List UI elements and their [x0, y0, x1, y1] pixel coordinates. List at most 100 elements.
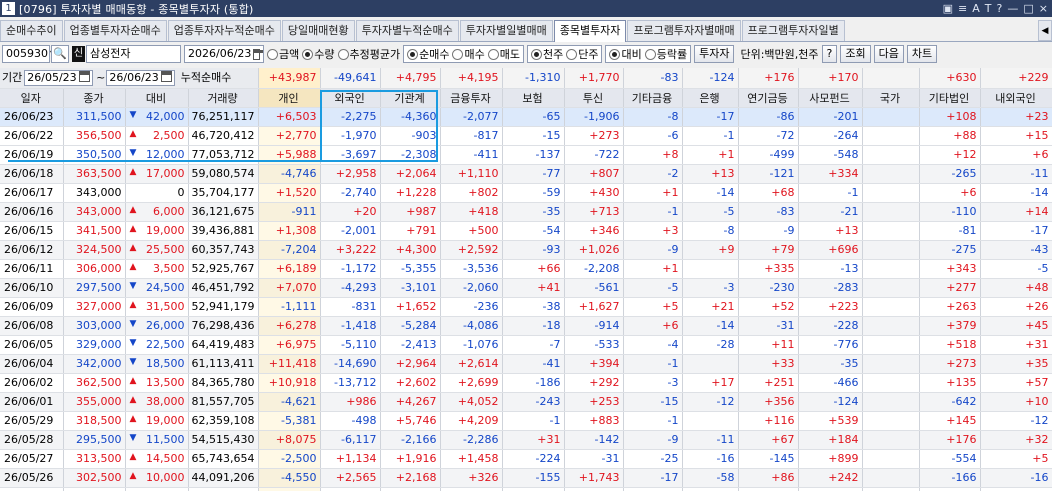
period-selector[interactable]: 기간 26/05/23 ~26/06/23 누적순매수 — [0, 68, 259, 89]
radio-single-shares[interactable]: 단주 — [566, 46, 598, 62]
help-button[interactable]: ? — [821, 45, 838, 63]
change-value: 26,000 — [146, 319, 185, 332]
radio-avg-price[interactable]: 추정평균가 — [337, 46, 400, 62]
next-button[interactable]: 다음 — [873, 45, 904, 63]
table-row[interactable]: 26/06/10 297,500 ▼ 24,500 46,451,792 +7,070 -4… — [0, 278, 1052, 298]
investor-button[interactable]: 투자자 — [694, 45, 735, 63]
radio-buy[interactable]: 매수 — [452, 46, 485, 62]
up-triangle-icon: ▲ — [129, 167, 137, 177]
window-control-icon[interactable]: — — [1007, 0, 1018, 17]
column-header[interactable]: 사모펀드 — [798, 88, 863, 108]
cell-close: 311,500 — [63, 107, 126, 127]
chart-button[interactable]: 차트 — [906, 45, 938, 63]
column-header[interactable]: 은행 — [682, 88, 739, 108]
table-row[interactable]: 26/05/26 302,500 ▲ 10,000 44,091,206 -4,550 +2… — [0, 468, 1052, 488]
table-row[interactable]: 26/06/15 341,500 ▲ 19,000 39,436,881 +1,308 -2… — [0, 221, 1052, 241]
cell-investor-value: -411 — [440, 145, 503, 165]
tab-4[interactable]: 투자자별누적순매수 — [355, 20, 459, 41]
window-control-icon[interactable]: T — [985, 0, 992, 17]
table-row[interactable]: 26/05/29 318,500 ▲ 19,000 62,359,108 -5,381 -4… — [0, 411, 1052, 431]
radio-sell[interactable]: 매도 — [487, 46, 520, 62]
stock-code-field[interactable]: 005930 ▼ — [2, 45, 56, 63]
radio-amount[interactable]: 금액 — [267, 46, 299, 62]
column-header[interactable]: 금융투자 — [440, 88, 503, 108]
cell-volume: 52,925,767 — [188, 259, 259, 279]
column-header[interactable]: 외국인 — [320, 88, 381, 108]
tab-3[interactable]: 당일매매현황 — [281, 20, 355, 41]
tab-5[interactable]: 투자자별일별매매 — [459, 20, 553, 41]
calendar-icon[interactable] — [160, 71, 172, 83]
query-button[interactable]: 조회 — [840, 45, 871, 63]
column-header[interactable]: 종가 — [63, 88, 126, 108]
column-header[interactable]: 연기금등 — [738, 88, 799, 108]
cell-investor-value: +253 — [564, 392, 624, 412]
window-control-icon[interactable]: × — [1039, 0, 1048, 17]
cell-investor-value: -11 — [682, 430, 739, 450]
column-header[interactable]: 대비 — [125, 88, 189, 108]
window-control-icon[interactable]: □ — [1023, 0, 1033, 17]
radio-quantity[interactable]: 수량 — [302, 46, 335, 62]
tab-1[interactable]: 업종별투자자순매수 — [63, 20, 167, 41]
table-row[interactable]: 26/06/02 362,500 ▲ 13,500 84,365,780 +10,918-… — [0, 373, 1052, 393]
column-header[interactable]: 기관계 — [380, 88, 441, 108]
radio-circle-icon — [407, 48, 419, 60]
radio-change[interactable]: 대비 — [609, 46, 642, 62]
period-to-field[interactable]: 26/06/23 — [106, 70, 175, 87]
column-header[interactable]: 기타금융 — [623, 88, 683, 108]
cell-investor-value: -1 — [502, 411, 565, 431]
tab-8[interactable]: 프로그램투자자일별 — [741, 20, 845, 41]
column-header[interactable]: 보험 — [502, 88, 565, 108]
table-row[interactable]: 26/06/09 327,000 ▲ 31,500 52,941,179 -1,111 -8… — [0, 297, 1052, 317]
date-field[interactable]: 2026/06/23 — [184, 45, 264, 63]
table-row[interactable]: 26/06/01 355,000 ▲ 38,000 81,557,705 -4,621 +9… — [0, 392, 1052, 412]
period-from-field[interactable]: 26/05/23 — [24, 70, 93, 87]
tab-2[interactable]: 업종투자자누적순매수 — [167, 20, 281, 41]
tab-scroll-left-icon[interactable]: ◀ — [1038, 20, 1052, 41]
table-row[interactable]: 26/06/18 363,500 ▲ 17,000 59,080,574 -4,746 +2… — [0, 164, 1052, 184]
table-row[interactable]: 26/06/19 350,500 ▼ 12,000 77,053,712 +5,988 -3… — [0, 145, 1052, 165]
column-header[interactable]: 국가 — [862, 88, 920, 108]
table-row[interactable]: 26/05/27 313,500 ▲ 14,500 65,743,654 -2,500 +1… — [0, 449, 1052, 469]
column-header[interactable]: 개인 — [258, 88, 321, 108]
table-row[interactable]: 26/06/12 324,500 ▲ 25,500 60,357,743 -7,204 +3… — [0, 240, 1052, 260]
table-row[interactable]: 26/06/05 329,000 ▼ 22,500 64,419,483 +6,975 -5… — [0, 335, 1052, 355]
column-header[interactable]: 투신 — [564, 88, 624, 108]
calendar-icon[interactable] — [78, 71, 90, 83]
window-control-icon[interactable]: A — [972, 0, 980, 17]
table-row[interactable]: 26/05/22293,000▼6,50035,403,473+4,602-4,… — [0, 487, 1052, 491]
cell-investor-value: +4,300 — [380, 240, 441, 260]
column-header[interactable]: 일자 — [0, 88, 64, 108]
radio-thousand-shares[interactable]: 천주 — [530, 46, 563, 62]
table-row[interactable]: 26/06/22 356,500 ▲ 2,500 46,720,412 +2,770 -1,… — [0, 126, 1052, 146]
radio-net-buy[interactable]: 순매수 — [407, 46, 449, 62]
table-row[interactable]: 26/06/23 311,500 ▼ 42,000 76,251,117 +6,503 -2… — [0, 107, 1052, 127]
cell-investor-value: +20 — [320, 202, 381, 222]
radio-circle-icon — [530, 48, 542, 60]
window-control-icon[interactable]: ▣ — [943, 0, 953, 17]
calendar-icon[interactable] — [253, 48, 263, 60]
table-row[interactable]: 26/06/04 342,000 ▼ 18,500 61,113,411 +11,418-… — [0, 354, 1052, 374]
cell-investor-value: +184 — [798, 430, 863, 450]
table-row[interactable]: 26/06/08 303,000 ▼ 26,000 76,298,436 +6,278 -1… — [0, 316, 1052, 336]
cell-investor-value: -86 — [738, 107, 799, 127]
tab-6[interactable]: 종목별투자자 — [553, 20, 627, 42]
cell-close: 341,500 — [63, 221, 126, 241]
window-control-icon[interactable]: ≡ — [958, 0, 967, 17]
table-row[interactable]: 26/06/17 343,000 0 35,704,177 +1,520 -2,740 +1… — [0, 183, 1052, 203]
column-header[interactable]: 기타법인 — [919, 88, 981, 108]
stock-name-field[interactable]: 삼성전자 — [86, 45, 181, 63]
table-row[interactable]: 26/05/28 295,500 ▼ 11,500 54,515,430 +8,075 -6… — [0, 430, 1052, 450]
window-control-icon[interactable]: ? — [997, 0, 1003, 17]
cell-volume: 84,365,780 — [188, 373, 259, 393]
column-header[interactable]: 내외국인 — [980, 88, 1052, 108]
column-header[interactable]: 거래량 — [188, 88, 259, 108]
table-row[interactable]: 26/06/16 343,000 ▲ 6,000 36,121,675 -911 +20 +9… — [0, 202, 1052, 222]
tab-0[interactable]: 순매수추이 — [0, 20, 63, 41]
search-icon[interactable]: 🔍 — [51, 45, 69, 63]
investor-grid[interactable]: 기간 26/05/23 ~26/06/23 누적순매수 +43,987 -49,641 +… — [0, 68, 1052, 491]
table-row[interactable]: 26/06/11 306,000 ▲ 3,500 52,925,767 +6,189 -1,… — [0, 259, 1052, 279]
tab-7[interactable]: 프로그램투자자별매매 — [627, 20, 741, 41]
radio-change-rate[interactable]: 등락률 — [644, 46, 687, 62]
change-value: 24,500 — [146, 281, 185, 294]
cell-investor-value: -78 — [502, 487, 565, 491]
